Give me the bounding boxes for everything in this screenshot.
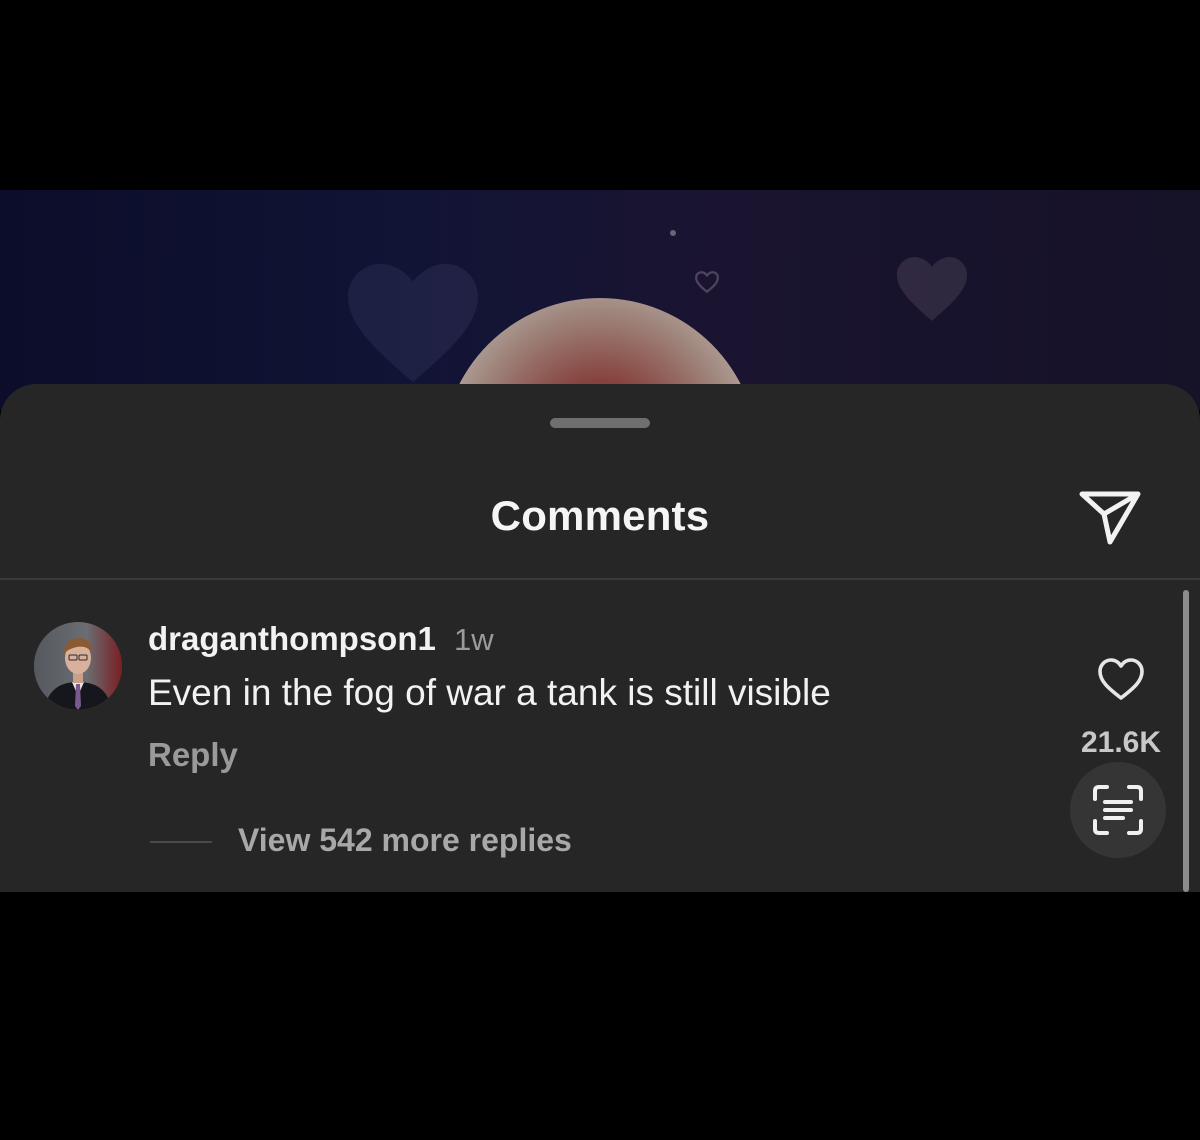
replies-indent-line — [150, 841, 212, 843]
like-count: 21.6K — [1080, 726, 1162, 759]
background-heart-icon — [897, 257, 967, 321]
background-heart-icon — [348, 263, 478, 383]
screen: Comments draganthompson1 1w Even in the … — [0, 0, 1200, 1140]
heart-icon[interactable] — [1096, 656, 1146, 702]
background-sparkle — [670, 230, 676, 236]
view-replies-button[interactable]: View 542 more replies — [238, 822, 572, 859]
video-background — [0, 190, 1200, 410]
scrollbar[interactable] — [1183, 590, 1189, 892]
drag-handle[interactable] — [550, 418, 650, 428]
reply-button[interactable]: Reply — [148, 736, 238, 774]
avatar[interactable] — [34, 622, 122, 710]
text-scan-icon — [1093, 785, 1143, 835]
comment-text: Even in the fog of war a tank is still v… — [148, 672, 831, 713]
send-icon[interactable] — [1076, 488, 1144, 548]
comment-timestamp: 1w — [454, 622, 494, 657]
background-heart-outline-icon — [695, 271, 719, 294]
text-scan-button[interactable] — [1070, 762, 1166, 858]
avatar-photo — [34, 622, 122, 710]
sheet-title: Comments — [490, 492, 710, 539]
comments-sheet: Comments draganthompson1 1w Even in the … — [0, 384, 1200, 892]
header-divider — [0, 578, 1200, 580]
comment-username[interactable]: draganthompson1 — [148, 620, 436, 658]
